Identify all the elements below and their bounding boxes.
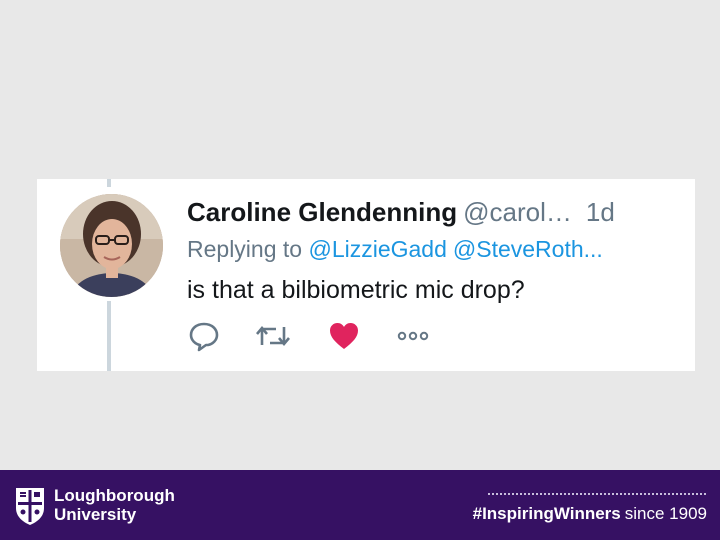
since-text: since 1909 [624,504,707,523]
tagline: #InspiringWinners since 1909 [473,504,707,524]
tweet-card[interactable]: Caroline Glendenning @carol… 1d Replying t… [37,179,695,371]
crest-icon [16,488,44,525]
replying-to-label: Replying to [187,236,303,262]
thread-line-top [107,179,111,187]
author-handle[interactable]: @carol… [463,197,572,227]
thread-line-bottom [107,301,111,371]
dotted-divider [488,493,706,495]
timestamp[interactable]: 1d [586,197,615,227]
heart-icon [330,323,358,349]
university-footer: Loughborough University #InspiringWinner… [0,470,720,540]
author-name[interactable]: Caroline Glendenning [187,197,457,227]
mention-link[interactable]: @LizzieGadd [308,236,446,262]
logo-line-2: University [54,505,137,524]
tweet-header: Caroline Glendenning @carol… 1d [187,197,615,227]
tweet-text: is that a bilbiometric mic drop? [187,276,525,304]
university-logo-text: Loughborough University [54,486,175,524]
mention-link[interactable]: @SteveRoth... [453,236,603,262]
like-button[interactable] [327,319,361,353]
logo-line-1: Loughborough [54,486,175,505]
more-icon [397,331,429,341]
avatar[interactable] [60,194,163,297]
hashtag: #InspiringWinners [472,504,621,523]
replying-to-line: Replying to @LizzieGadd @SteveRoth... [187,235,603,263]
more-button[interactable] [395,319,431,353]
reply-icon [189,322,219,352]
retweet-icon [256,325,290,347]
slide: Caroline Glendenning @carol… 1d Replying t… [0,0,720,540]
reply-button[interactable] [187,319,221,353]
retweet-button[interactable] [254,319,292,353]
